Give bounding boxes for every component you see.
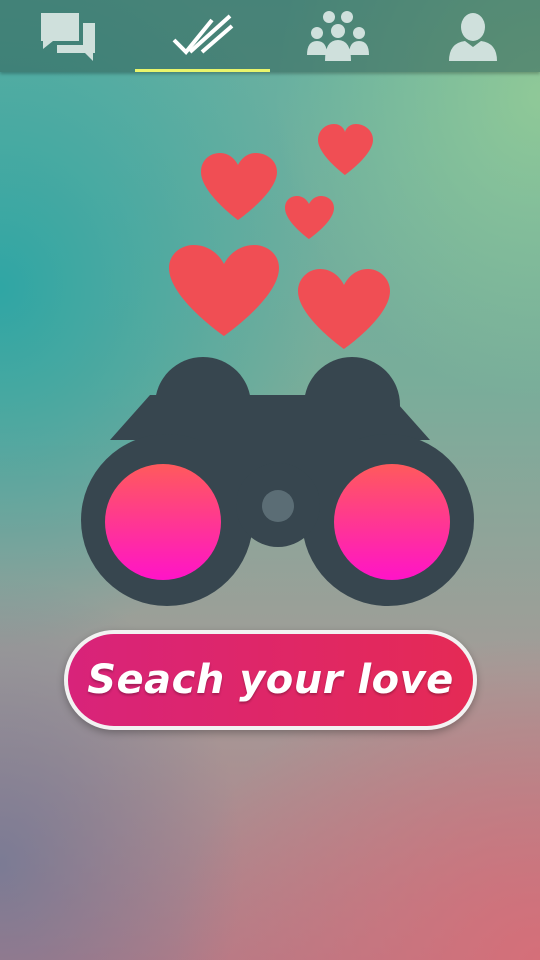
heart-icon (318, 124, 373, 175)
top-tab-bar (0, 0, 540, 72)
search-love-illustration (81, 124, 474, 606)
heart-icon (201, 153, 277, 220)
tab-matches[interactable] (135, 0, 270, 72)
heart-icon (169, 245, 279, 336)
search-love-button[interactable]: Seach your love (64, 630, 477, 730)
double-check-icon (172, 14, 233, 55)
tab-groups[interactable] (270, 0, 405, 72)
binoculars-icon (81, 357, 474, 606)
heart-icon (298, 269, 390, 349)
tab-profile[interactable] (405, 0, 540, 72)
chat-bubbles-icon (40, 13, 95, 61)
profile-icon (448, 13, 497, 61)
tab-chats[interactable] (0, 0, 135, 72)
group-icon (306, 11, 369, 61)
heart-icon (285, 196, 334, 239)
search-love-button-label: Seach your love (87, 657, 454, 703)
